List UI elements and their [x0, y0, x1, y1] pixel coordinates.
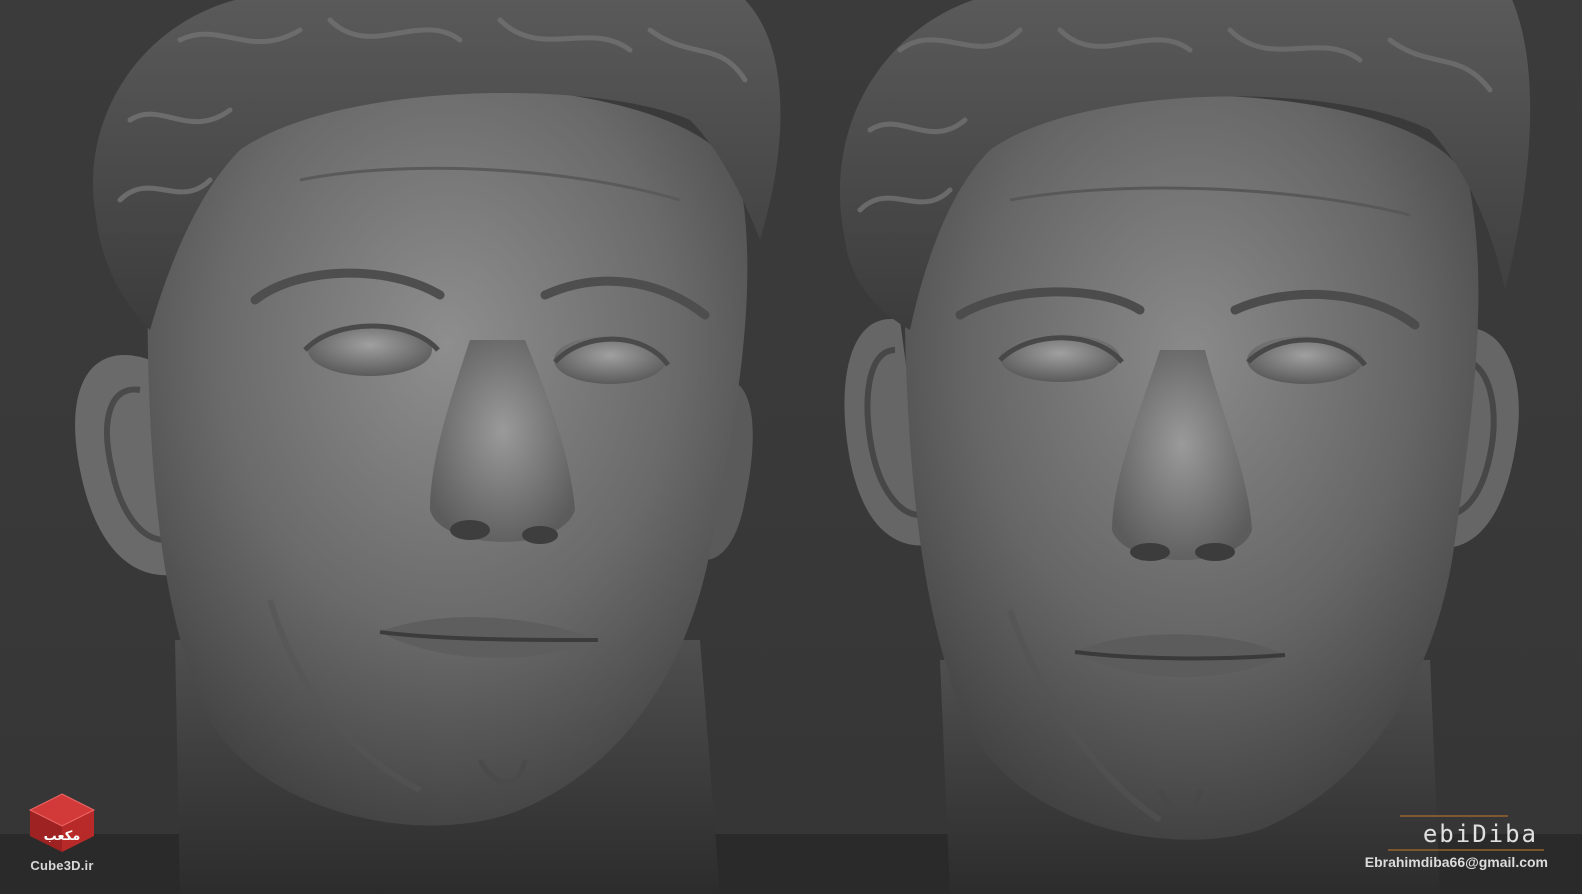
logo-caption: Cube3D.ir [30, 858, 94, 873]
artist-signature: ebiDiba [1348, 808, 1548, 858]
right-head [840, 0, 1531, 894]
sculpt-render [75, 0, 1531, 894]
cube3d-watermark: مکعب Cube3D.ir [20, 790, 104, 890]
signature-text: ebiDiba [1423, 820, 1538, 848]
right-head-eye-right [1247, 336, 1363, 384]
right-head-eye-left [1000, 334, 1120, 382]
cube-logo-icon: مکعب [28, 793, 96, 852]
left-head [75, 0, 781, 894]
artist-email: Ebrahimdiba66@gmail.com [1364, 854, 1548, 870]
logo-text: مکعب [44, 829, 81, 844]
left-head-eye-right [554, 336, 666, 384]
signature-mark: ebiDiba [1388, 815, 1544, 851]
